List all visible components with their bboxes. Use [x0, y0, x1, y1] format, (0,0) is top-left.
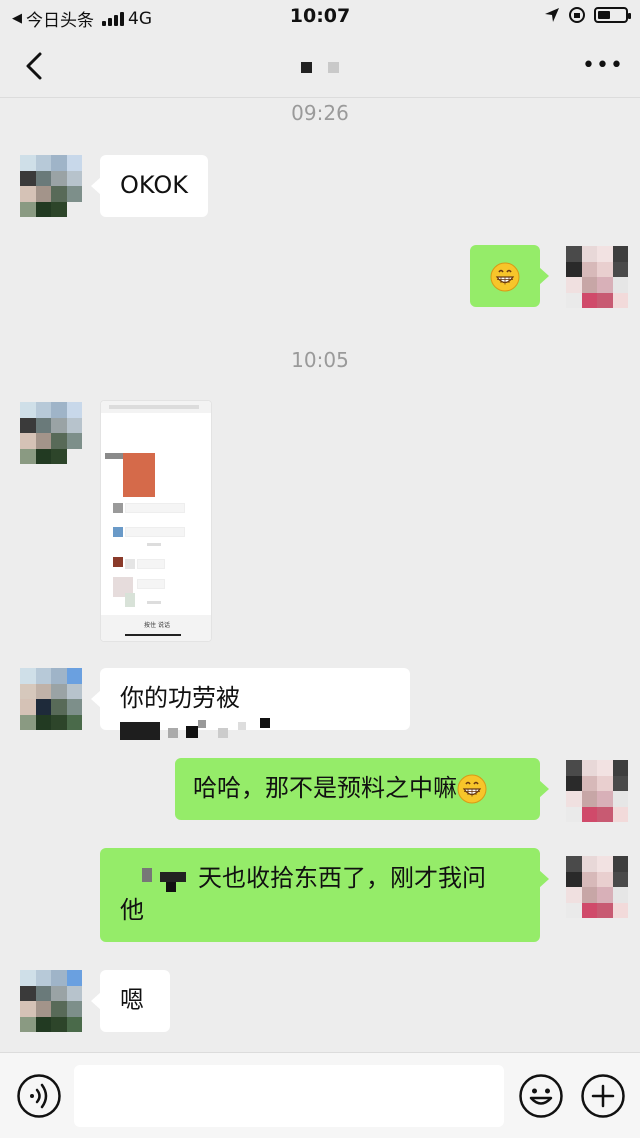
message-input[interactable]: [74, 1065, 504, 1127]
message-text: OKOK: [120, 171, 188, 199]
smile-icon[interactable]: [518, 1073, 564, 1119]
message-bubble-received[interactable]: OKOK: [91, 155, 208, 217]
status-bar: ◀ 今日头条 4G 10:07: [0, 0, 640, 34]
self-avatar[interactable]: [566, 246, 628, 308]
self-avatar[interactable]: [566, 856, 628, 918]
timestamp: 09:26: [291, 101, 349, 125]
message-text: 嗯: [120, 986, 144, 1014]
timestamp: 10:05: [291, 348, 349, 372]
message-bubble-sent[interactable]: 天也收拾东西了，刚才我问 他: [100, 848, 549, 942]
chat-title: [0, 54, 640, 79]
message-bubble-sent[interactable]: [470, 245, 549, 307]
orientation-lock-icon: [569, 7, 585, 23]
message-bubble-received[interactable]: 嗯: [91, 970, 170, 1032]
message-text: 哈哈，那不是预料之中嘛: [193, 774, 457, 802]
grin-emoji-icon: [490, 262, 520, 292]
redacted-title-mosaic: [301, 57, 339, 79]
screenshot-input-caption: 按住 说话: [144, 622, 170, 629]
grin-emoji-icon: [457, 774, 487, 804]
voice-icon[interactable]: [16, 1073, 62, 1119]
message-text: 天也收拾东西了，刚才我问: [198, 864, 486, 892]
status-right: [544, 6, 631, 24]
message-text: 他: [120, 896, 144, 924]
self-avatar[interactable]: [566, 760, 628, 822]
battery-icon: [594, 7, 631, 23]
contact-avatar[interactable]: [20, 155, 82, 217]
message-bubble-sent[interactable]: 哈哈，那不是预料之中嘛: [175, 758, 549, 820]
more-dots-icon[interactable]: •••: [582, 55, 623, 77]
contact-avatar[interactable]: [20, 970, 82, 1032]
image-message-screenshot[interactable]: 按住 说话: [100, 400, 212, 642]
location-icon: [545, 8, 559, 22]
contact-avatar[interactable]: [20, 402, 82, 464]
contact-avatar[interactable]: [20, 668, 82, 730]
plus-icon[interactable]: [580, 1073, 626, 1119]
message-bubble-received[interactable]: 你的功劳被: [91, 668, 410, 740]
chat-nav-bar: •••: [0, 34, 640, 98]
chat-input-bar: [0, 1052, 640, 1138]
message-text: 你的功劳被: [120, 684, 240, 712]
redacted-text-mosaic: [120, 718, 280, 744]
redacted-text-mosaic: [120, 866, 198, 892]
